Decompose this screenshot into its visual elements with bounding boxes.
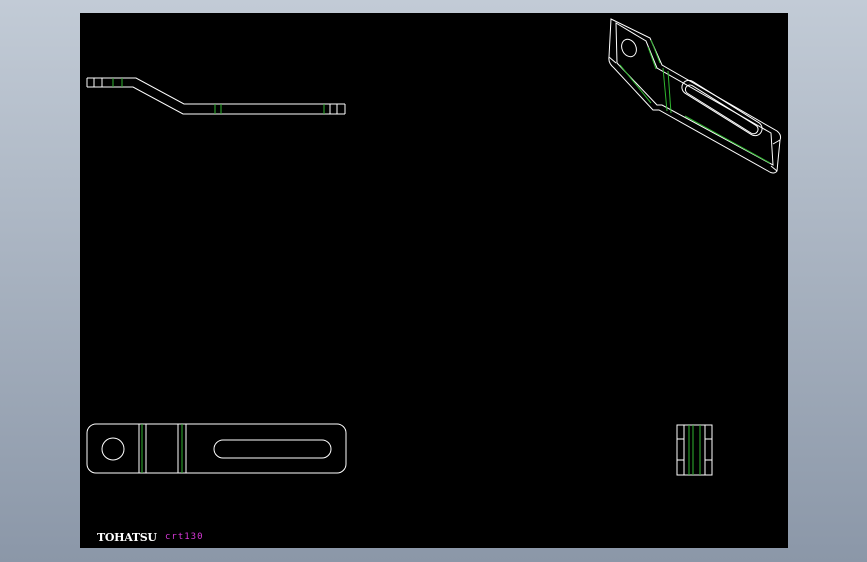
side-view-outline-bottom <box>87 86 345 115</box>
plan-view-outline <box>86 423 347 474</box>
brand-label: TOHATSU <box>97 531 157 544</box>
iso-outline-outer <box>608 18 782 174</box>
end-view <box>676 424 713 476</box>
iso-round-hole <box>621 38 637 58</box>
plan-slot <box>213 439 332 459</box>
end-view-bend-lines <box>688 425 701 475</box>
plan-round-hole <box>101 437 125 461</box>
drawing-sheet: TOHATSU crt130 <box>80 13 788 548</box>
side-view <box>86 77 346 115</box>
end-view-outline <box>676 424 713 476</box>
side-view-bend-lines <box>112 78 325 114</box>
iso-outline-inner <box>615 22 774 166</box>
iso-slot <box>681 79 763 137</box>
cad-drawing-canvas <box>86 18 782 476</box>
part-code-label: crt130 <box>165 532 204 542</box>
plan-view <box>86 423 347 474</box>
isometric-view <box>608 18 782 174</box>
plan-bend-lines <box>141 424 183 473</box>
side-view-outline-top <box>87 77 345 105</box>
iso-bend-lines <box>619 39 771 164</box>
